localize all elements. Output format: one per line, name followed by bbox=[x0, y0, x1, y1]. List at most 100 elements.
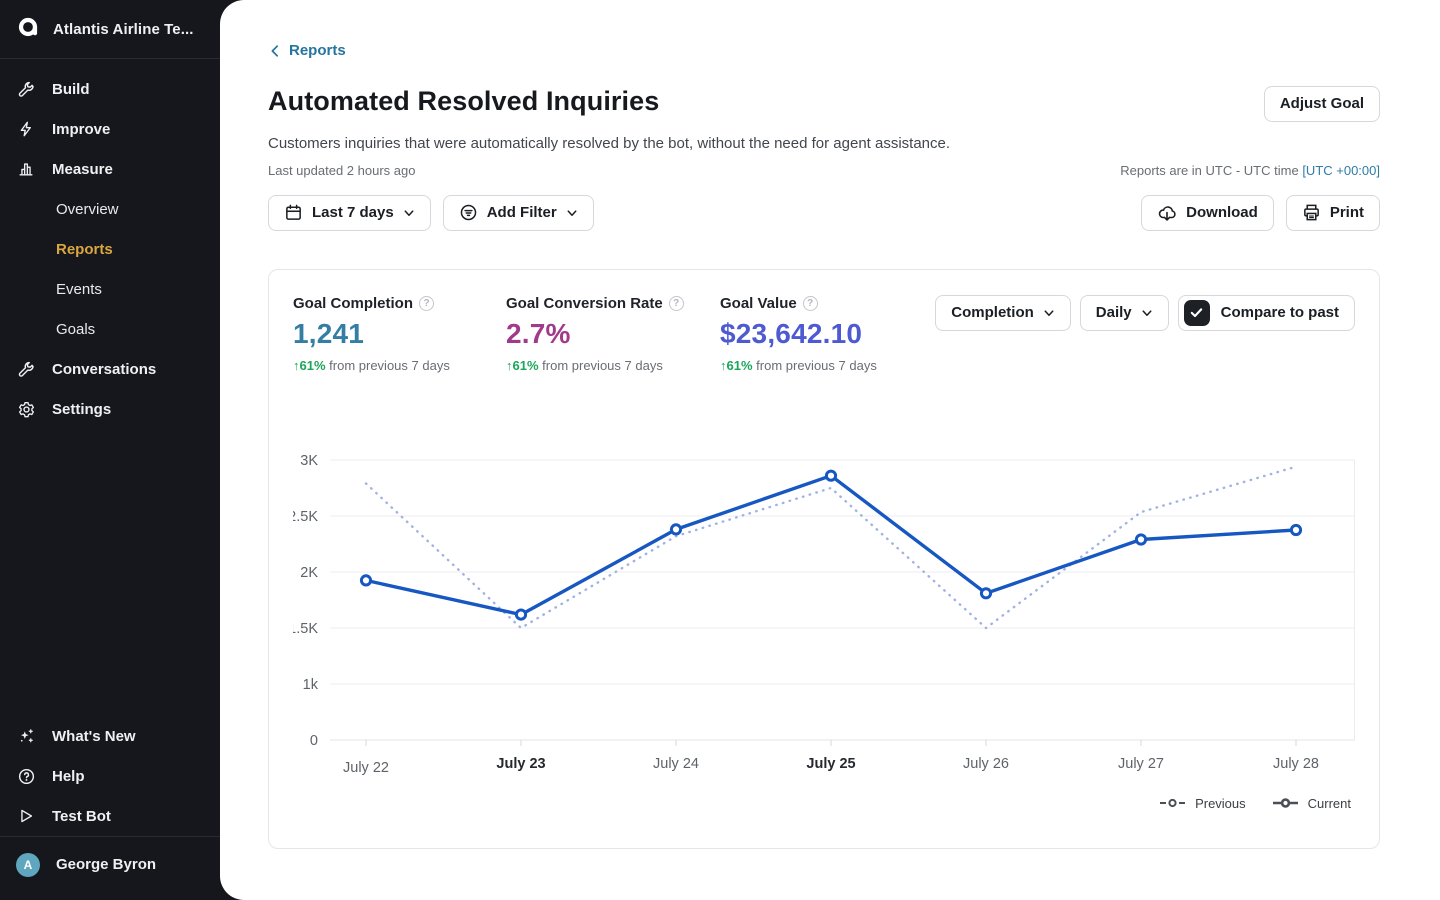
checkbox-checked-icon bbox=[1184, 300, 1210, 326]
goal-completion-chart: 01k1.5K2K2.5K3KJuly 22July 23July 24July… bbox=[293, 445, 1355, 785]
stat-value: $23,642.10 bbox=[720, 318, 933, 350]
legend-label: Current bbox=[1308, 796, 1351, 811]
interval-dropdown[interactable]: Daily bbox=[1080, 295, 1169, 331]
conversations-icon bbox=[16, 359, 36, 379]
stat-value: 2.7% bbox=[506, 318, 720, 350]
sidebar-item-label: Build bbox=[52, 81, 90, 98]
breadcrumb-label: Reports bbox=[289, 42, 346, 59]
svg-text:1k: 1k bbox=[303, 677, 319, 693]
svg-text:July 24: July 24 bbox=[653, 756, 699, 772]
sidebar-item-goals[interactable]: Goals bbox=[0, 309, 220, 349]
stat-goal-value: Goal Value ? $23,642.10 ↑61% from previo… bbox=[720, 295, 933, 373]
interval-dropdown-value: Daily bbox=[1096, 304, 1132, 321]
date-range-label: Last 7 days bbox=[312, 204, 394, 221]
sidebar-item-overview[interactable]: Overview bbox=[0, 189, 220, 229]
delta-value: 61% bbox=[513, 358, 539, 373]
sidebar-item-measure[interactable]: Measure bbox=[0, 149, 220, 189]
sidebar-item-label: Events bbox=[56, 281, 102, 298]
compare-to-past-toggle[interactable]: Compare to past bbox=[1178, 295, 1355, 331]
sidebar-item-label: What's New bbox=[52, 728, 136, 745]
stat-value: 1,241 bbox=[293, 318, 506, 350]
chevron-left-icon bbox=[268, 44, 282, 58]
stat-label: Goal Completion bbox=[293, 295, 413, 312]
wrench-icon bbox=[16, 79, 36, 99]
print-button[interactable]: Print bbox=[1286, 195, 1380, 231]
delta-suffix: from previous 7 days bbox=[329, 358, 450, 373]
sidebar-item-label: Overview bbox=[56, 201, 119, 218]
compare-to-past-label: Compare to past bbox=[1221, 304, 1339, 321]
gear-icon bbox=[16, 399, 36, 419]
help-icon[interactable]: ? bbox=[803, 296, 818, 311]
legend-item-previous: Previous bbox=[1159, 796, 1246, 811]
cloud-download-icon bbox=[1157, 203, 1177, 223]
sidebar-item-events[interactable]: Events bbox=[0, 269, 220, 309]
workspace-title: Atlantis Airline Te... bbox=[53, 21, 194, 38]
sidebar-item-label: Settings bbox=[52, 401, 111, 418]
user-menu[interactable]: A George Byron bbox=[0, 837, 220, 892]
chevron-down-icon bbox=[566, 207, 578, 219]
metric-dropdown[interactable]: Completion bbox=[935, 295, 1071, 331]
svg-text:July 25: July 25 bbox=[806, 756, 855, 772]
sidebar-item-conversations[interactable]: Conversations bbox=[0, 349, 220, 389]
sidebar-item-reports[interactable]: Reports bbox=[0, 229, 220, 269]
line-chart[interactable]: 01k1.5K2K2.5K3KJuly 22July 23July 24July… bbox=[293, 445, 1355, 780]
svg-text:1.5K: 1.5K bbox=[293, 621, 318, 637]
sidebar-item-whats-new[interactable]: What's New bbox=[0, 716, 220, 756]
chevron-down-icon bbox=[1141, 307, 1153, 319]
report-card: Goal Completion ? 1,241 ↑61% from previo… bbox=[268, 269, 1380, 849]
chevron-down-icon bbox=[1043, 307, 1055, 319]
sidebar-item-build[interactable]: Build bbox=[0, 69, 220, 109]
page-description: Customers inquiries that were automatica… bbox=[268, 135, 1380, 152]
ada-logo-icon bbox=[16, 14, 42, 45]
legend-item-current: Current bbox=[1272, 796, 1351, 811]
download-button[interactable]: Download bbox=[1141, 195, 1274, 231]
solid-line-marker-icon bbox=[1272, 798, 1299, 808]
stat-delta: ↑61% from previous 7 days bbox=[506, 358, 720, 373]
sidebar-nav: Build Improve Measure Overview Reports E… bbox=[0, 59, 220, 429]
help-icon[interactable]: ? bbox=[419, 296, 434, 311]
sidebar-item-improve[interactable]: Improve bbox=[0, 109, 220, 149]
lightning-icon bbox=[16, 119, 36, 139]
delta-suffix: from previous 7 days bbox=[756, 358, 877, 373]
sidebar-item-label: Measure bbox=[52, 161, 113, 178]
chevron-down-icon bbox=[403, 207, 415, 219]
delta-suffix: from previous 7 days bbox=[542, 358, 663, 373]
stat-label: Goal Conversion Rate bbox=[506, 295, 663, 312]
page-title: Automated Resolved Inquiries bbox=[268, 86, 659, 117]
printer-icon bbox=[1302, 203, 1321, 222]
sparkles-icon bbox=[16, 726, 36, 746]
svg-text:July 28: July 28 bbox=[1273, 756, 1319, 772]
add-filter-label: Add Filter bbox=[487, 204, 557, 221]
sidebar-item-label: Goals bbox=[56, 321, 95, 338]
breadcrumb[interactable]: Reports bbox=[268, 42, 346, 59]
help-circle-icon bbox=[16, 766, 36, 786]
sidebar-item-label: Reports bbox=[56, 241, 113, 258]
filter-icon bbox=[459, 203, 478, 222]
svg-text:0: 0 bbox=[310, 733, 318, 749]
stat-label: Goal Value bbox=[720, 295, 797, 312]
svg-text:3K: 3K bbox=[300, 453, 318, 469]
chart-legend: Previous Current bbox=[293, 796, 1355, 811]
delta-value: 61% bbox=[300, 358, 326, 373]
dashed-line-marker-icon bbox=[1159, 798, 1186, 808]
sidebar-item-settings[interactable]: Settings bbox=[0, 389, 220, 429]
date-range-button[interactable]: Last 7 days bbox=[268, 195, 431, 231]
workspace-switcher[interactable]: Atlantis Airline Te... bbox=[0, 0, 220, 58]
sidebar-item-label: Conversations bbox=[52, 361, 156, 378]
help-icon[interactable]: ? bbox=[669, 296, 684, 311]
sidebar-item-test-bot[interactable]: Test Bot bbox=[0, 796, 220, 836]
stat-delta: ↑61% from previous 7 days bbox=[720, 358, 933, 373]
timezone-link[interactable]: [UTC +00:00] bbox=[1302, 163, 1380, 178]
main-panel: Reports Automated Resolved Inquiries Adj… bbox=[220, 0, 1440, 900]
sidebar: Atlantis Airline Te... Build Improve Mea… bbox=[0, 0, 220, 900]
svg-text:July 22: July 22 bbox=[343, 760, 389, 776]
delta-value: 61% bbox=[727, 358, 753, 373]
sidebar-item-help[interactable]: Help bbox=[0, 756, 220, 796]
last-updated-text: Last updated 2 hours ago bbox=[268, 163, 415, 178]
add-filter-button[interactable]: Add Filter bbox=[443, 195, 594, 231]
calendar-icon bbox=[284, 203, 303, 222]
sidebar-item-label: Help bbox=[52, 768, 85, 785]
sidebar-item-label: Test Bot bbox=[52, 808, 111, 825]
adjust-goal-button[interactable]: Adjust Goal bbox=[1264, 86, 1380, 122]
legend-label: Previous bbox=[1195, 796, 1246, 811]
